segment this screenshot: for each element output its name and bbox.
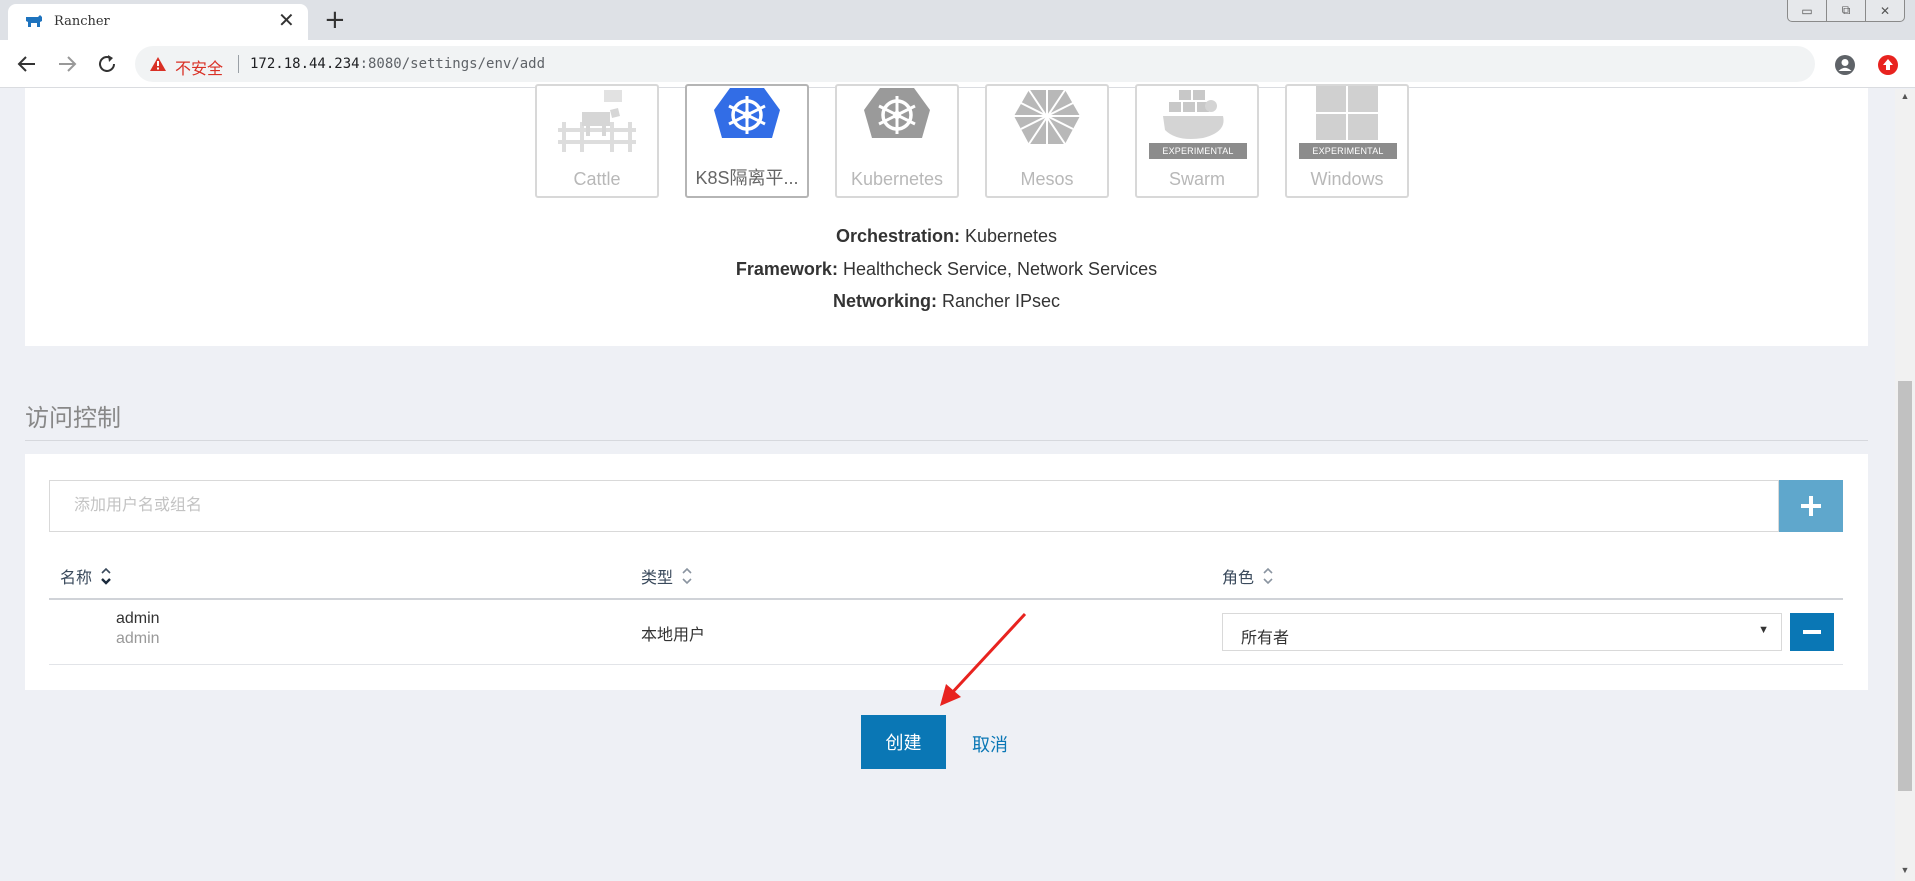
orch-tile-label: Swarm [1168,169,1225,189]
browser-toolbar: 不安全 172.18.44.234:8080/settings/env/add [0,40,1915,88]
networking-label: Networking: [832,291,937,311]
dropdown-caret-icon: ▼ [1758,624,1769,636]
window-controls: ▭ ⧉ ✕ [1787,0,1905,22]
orch-tile-mesos[interactable]: Mesos [985,84,1109,198]
plus-icon-vertical [1809,496,1813,516]
tab-title: Rancher [54,14,110,29]
user-type: 本地用户 [641,627,706,644]
experimental-badge: EXPERIMENTAL [1299,143,1397,159]
framework-value: Healthcheck Service, Network Services [842,259,1158,279]
networking-value: Rancher IPsec [941,291,1061,311]
user-login: admin [116,630,160,647]
section-divider [25,440,1868,441]
scroll-down-arrow-icon[interactable]: ▼ [1895,865,1915,879]
framework-label: Framework: [735,259,838,279]
new-tab-button[interactable]: + [324,6,346,34]
cancel-link[interactable]: 取消 [972,731,1008,757]
orchestration-info: Orchestration: Kubernetes [25,226,1868,247]
table-row-divider [49,664,1843,665]
orchestration-card: Cattle K8S隔离平... Kubernetes Mesos EXPERI… [25,84,1868,346]
column-header-name[interactable]: 名称 [60,564,112,588]
sort-active-icon [101,567,111,585]
mesos-icon [1014,89,1080,145]
orch-tile-label: K8S隔离平... [695,168,799,188]
orchestration-label: Orchestration: [835,226,960,246]
orch-tile-windows[interactable]: EXPERIMENTAL Windows [1285,84,1409,198]
scroll-up-arrow-icon[interactable]: ▲ [1895,91,1915,105]
section-title-access-control: 访问控制 [25,405,121,432]
back-arrow-icon[interactable] [15,52,39,76]
sort-icon [682,567,692,585]
orch-tile-cattle[interactable]: Cattle [535,84,659,198]
add-user-button[interactable] [1779,480,1843,532]
create-button[interactable]: 创建 [861,715,946,769]
experimental-badge: EXPERIMENTAL [1149,143,1247,159]
orch-tile-k8s-isolated[interactable]: K8S隔离平... [685,84,809,198]
orch-tile-label: Windows [1310,169,1384,189]
framework-info: Framework: Healthcheck Service, Network … [25,259,1868,280]
update-extension-icon[interactable] [1877,54,1899,76]
url-host: 172.18.44.234 [250,56,360,72]
url-path: :8080/settings/env/add [359,56,546,72]
close-window-button[interactable]: ✕ [1866,0,1904,21]
sort-icon [1263,567,1273,585]
orch-tile-label: Kubernetes [850,169,944,189]
address-separator [238,55,239,73]
table-header-divider [49,598,1843,600]
minus-icon [1803,630,1821,634]
kubernetes-blue-icon [714,88,780,138]
windows-icon [1316,86,1378,140]
address-bar[interactable]: 不安全 172.18.44.234:8080/settings/env/add [135,46,1815,82]
rancher-favicon-icon [26,15,42,27]
swarm-icon [1163,90,1224,139]
forward-arrow-icon[interactable] [55,52,79,76]
browser-tab[interactable]: Rancher ✕ [8,4,308,40]
networking-info: Networking: Rancher IPsec [25,291,1868,312]
minimize-button[interactable]: ▭ [1788,0,1827,21]
orch-tile-label: Mesos [1020,169,1074,189]
kubernetes-gray-icon [864,88,930,138]
remove-user-button[interactable] [1790,613,1834,651]
profile-avatar-icon[interactable] [1834,54,1856,76]
user-name: admin [116,610,160,627]
column-header-name-label: 名称 [60,570,93,587]
role-select-value: 所有者 [1241,630,1290,647]
page-scrollbar[interactable]: ▲ ▼ [1895,89,1915,881]
column-header-role[interactable]: 角色 [1222,564,1274,588]
role-select[interactable]: 所有者 ▼ [1222,613,1782,651]
column-header-type[interactable]: 类型 [641,564,693,588]
reload-icon[interactable] [95,52,119,76]
cattle-icon [558,90,636,152]
orch-tile-swarm[interactable]: EXPERIMENTAL Swarm [1135,84,1259,198]
orch-tile-kubernetes[interactable]: Kubernetes [835,84,959,198]
orch-tile-label: Cattle [573,169,621,189]
browser-tab-strip: Rancher ✕ + ▭ ⧉ ✕ [0,0,1915,40]
tab-close-icon[interactable]: ✕ [278,10,295,32]
access-control-card: 名称 类型 角色 admin admin 本地用户 所有者 ▼ [25,454,1868,690]
url-text: 172.18.44.234:8080/settings/env/add [250,56,545,72]
warning-triangle-icon [150,57,166,71]
orchestration-value: Kubernetes [964,226,1058,246]
column-header-type-label: 类型 [641,570,674,587]
add-user-input[interactable] [49,480,1779,532]
scroll-thumb[interactable] [1898,381,1912,791]
insecure-label: 不安全 [175,61,224,78]
restore-button[interactable]: ⧉ [1827,0,1866,21]
column-header-role-label: 角色 [1222,570,1255,587]
